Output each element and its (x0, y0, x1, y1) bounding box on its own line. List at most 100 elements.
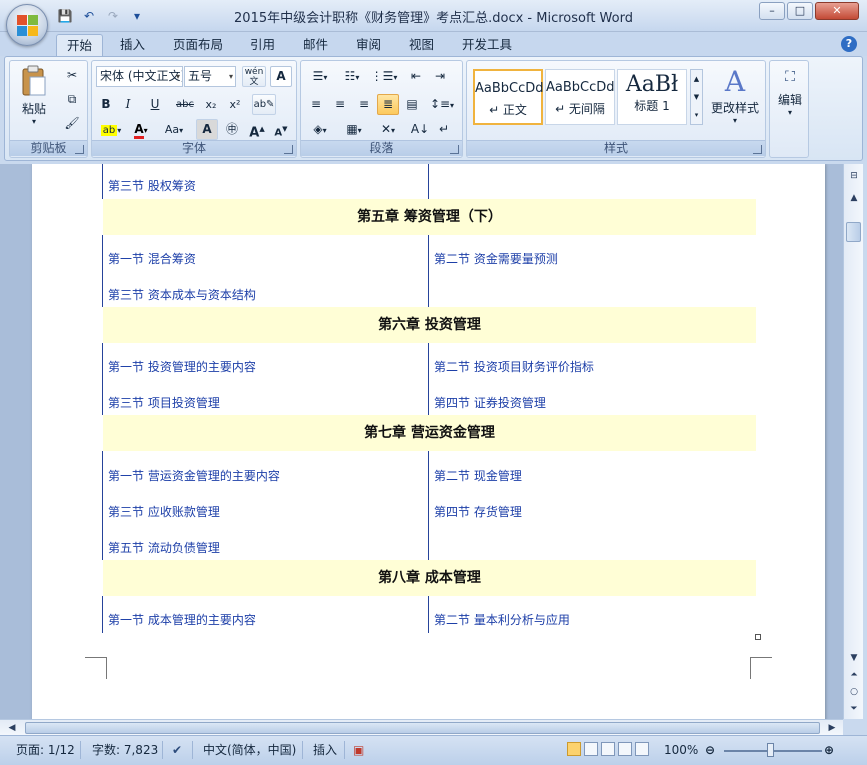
tab-mailings[interactable]: 邮件 (293, 34, 338, 56)
insert-mode-status[interactable]: 插入 (313, 740, 337, 760)
section-cell: 第三节 项目投资管理 (108, 396, 220, 410)
numbering-icon[interactable]: ☷▾ (337, 66, 367, 87)
section-cell: 第四节 证券投资管理 (434, 396, 546, 410)
tab-home[interactable]: 开始 (56, 34, 104, 56)
align-right-icon[interactable]: ≡ (353, 94, 375, 115)
zoom-out-icon[interactable]: ⊖ (705, 740, 715, 760)
align-left-icon[interactable]: ≡ (305, 94, 327, 115)
print-layout-view-icon[interactable] (567, 742, 581, 756)
zoom-level[interactable]: 100% (664, 740, 698, 760)
scroll-right-icon[interactable]: ▶ (824, 720, 840, 736)
office-button[interactable] (6, 4, 48, 46)
style-no-spacing[interactable]: AaBbCcDd ↵ 无间隔 (545, 69, 615, 125)
word-count[interactable]: 字数: 7,823 (92, 740, 158, 760)
clipboard-group: 粘贴 ▾ ✂ ⧉ 🖌 剪贴板 (9, 60, 88, 158)
character-shading-icon[interactable]: A (196, 119, 218, 140)
font-color-icon[interactable]: A▾ (128, 119, 154, 140)
horizontal-scrollbar[interactable]: ◀ ▶ (0, 719, 843, 735)
tab-review[interactable]: 审阅 (346, 34, 391, 56)
change-styles-label: 更改样式 (710, 101, 759, 115)
clipboard-launcher-icon[interactable] (75, 145, 84, 154)
tab-insert[interactable]: 插入 (110, 34, 155, 56)
scroll-down-icon[interactable]: ▼ (846, 650, 862, 666)
chinese-layout-icon[interactable]: ✕▾ (373, 119, 403, 140)
style-heading-1[interactable]: AaBł 标题 1 (617, 69, 687, 125)
styles-launcher-icon[interactable] (753, 145, 762, 154)
tab-view[interactable]: 视图 (399, 34, 444, 56)
copy-icon[interactable]: ⧉ (62, 89, 82, 110)
styles-scroll[interactable]: ▲ ▼ ▾ (690, 69, 703, 125)
scroll-up-icon[interactable]: ▲ (846, 190, 862, 206)
paragraph-launcher-icon[interactable] (450, 145, 459, 154)
decrease-indent-icon[interactable]: ⇤ (405, 66, 427, 87)
shading-icon[interactable]: ◈▾ (305, 119, 335, 140)
page-count[interactable]: 页面: 1/12 (16, 740, 75, 760)
style-normal-preview: AaBbCcDd (475, 81, 544, 96)
tab-references[interactable]: 引用 (240, 34, 285, 56)
font-family-dropdown[interactable]: 宋体 (中文正文) ▾ (96, 66, 183, 87)
increase-indent-icon[interactable]: ⇥ (429, 66, 451, 87)
previous-page-icon[interactable]: ⏶ (846, 667, 862, 683)
distributed-icon[interactable]: ▤ (401, 94, 423, 115)
show-marks-icon[interactable]: ↵ (433, 119, 455, 140)
editing-button[interactable]: ⛶ 编辑 ▾ (772, 69, 808, 117)
browse-object-icon[interactable]: ○ (846, 684, 862, 700)
macro-record-icon[interactable]: ▣ (353, 740, 364, 760)
table-resize-handle[interactable] (755, 634, 761, 640)
bullets-icon[interactable]: ☰▾ (305, 66, 335, 87)
justify-icon[interactable]: ≣ (377, 94, 399, 115)
section-cell: 第一节 混合筹资 (108, 252, 196, 266)
underline-button[interactable]: U (142, 94, 168, 115)
document-area: 第三节 股权筹资 第五章 筹资管理（下） 第一节 混合筹资 第二节 资金需要量预… (0, 164, 843, 719)
ruler-toggle-icon[interactable]: ⊟ (846, 168, 862, 184)
grow-font-button[interactable]: A▲ (246, 119, 268, 140)
next-page-icon[interactable]: ⏷ (846, 701, 862, 717)
vertical-scroll-thumb[interactable] (846, 222, 861, 242)
subscript-button[interactable]: x₂ (200, 94, 222, 115)
styles-group-label: 样式 (467, 140, 765, 156)
outline-view-icon[interactable] (618, 742, 632, 756)
sort-icon[interactable]: A↓ (409, 119, 431, 140)
strikethrough-button[interactable]: abc (172, 94, 198, 115)
enclose-characters-icon[interactable]: ㊥ (220, 119, 244, 140)
cut-icon[interactable]: ✂ (62, 65, 82, 86)
zoom-slider-thumb[interactable] (767, 743, 774, 757)
minimize-button[interactable]: – (759, 2, 785, 20)
shrink-font-button[interactable]: A▼ (270, 119, 292, 140)
font-size-dropdown[interactable]: 五号 ▾ (184, 66, 236, 87)
highlight-color-icon[interactable]: ab ▾ (96, 119, 126, 140)
paste-button[interactable]: 粘贴 ▾ (16, 65, 52, 135)
italic-button[interactable]: I (118, 94, 138, 115)
change-case-button[interactable]: Aa▾ (158, 119, 190, 140)
tab-page-layout[interactable]: 页面布局 (163, 34, 233, 56)
help-icon[interactable]: ? (841, 36, 857, 52)
align-center-icon[interactable]: ≡ (329, 94, 351, 115)
line-spacing-icon[interactable]: ↕≡▾ (427, 94, 457, 115)
borders-icon[interactable]: ▦▾ (339, 119, 369, 140)
change-styles-button[interactable]: A 更改样式 ▾ (707, 65, 763, 135)
phonetic-guide-button[interactable]: wén 文 (242, 66, 266, 87)
style-normal[interactable]: AaBbCcDd ↵ 正文 (473, 69, 544, 125)
zoom-in-icon[interactable]: ⊕ (824, 740, 834, 760)
clear-formatting-icon[interactable]: ab✎ (252, 94, 276, 115)
multilevel-list-icon[interactable]: ⋮☰▾ (369, 66, 399, 87)
scroll-left-icon[interactable]: ◀ (4, 720, 20, 736)
horizontal-scroll-thumb[interactable] (25, 722, 820, 734)
section-cell: 第五节 流动负债管理 (108, 541, 220, 555)
vertical-scrollbar[interactable]: ⊟ ▲ ▼ ⏶ ○ ⏷ (843, 164, 863, 719)
web-layout-view-icon[interactable] (601, 742, 615, 756)
font-launcher-icon[interactable] (284, 145, 293, 154)
format-painter-icon[interactable]: 🖌 (62, 113, 82, 134)
language-status[interactable]: 中文(简体，中国) (203, 740, 296, 760)
tab-developer[interactable]: 开发工具 (452, 34, 522, 56)
close-button[interactable]: ✕ (815, 2, 859, 20)
maximize-button[interactable]: □ (787, 2, 813, 20)
bold-button[interactable]: B (96, 94, 116, 115)
document-page[interactable]: 第三节 股权筹资 第五章 筹资管理（下） 第一节 混合筹资 第二节 资金需要量预… (32, 164, 825, 719)
proofing-icon[interactable]: ✔ (172, 740, 182, 760)
character-border-button[interactable]: A (270, 66, 292, 87)
draft-view-icon[interactable] (635, 742, 649, 756)
full-screen-reading-view-icon[interactable] (584, 742, 598, 756)
superscript-button[interactable]: x² (224, 94, 246, 115)
style-normal-caption: ↵ 正文 (489, 103, 527, 117)
